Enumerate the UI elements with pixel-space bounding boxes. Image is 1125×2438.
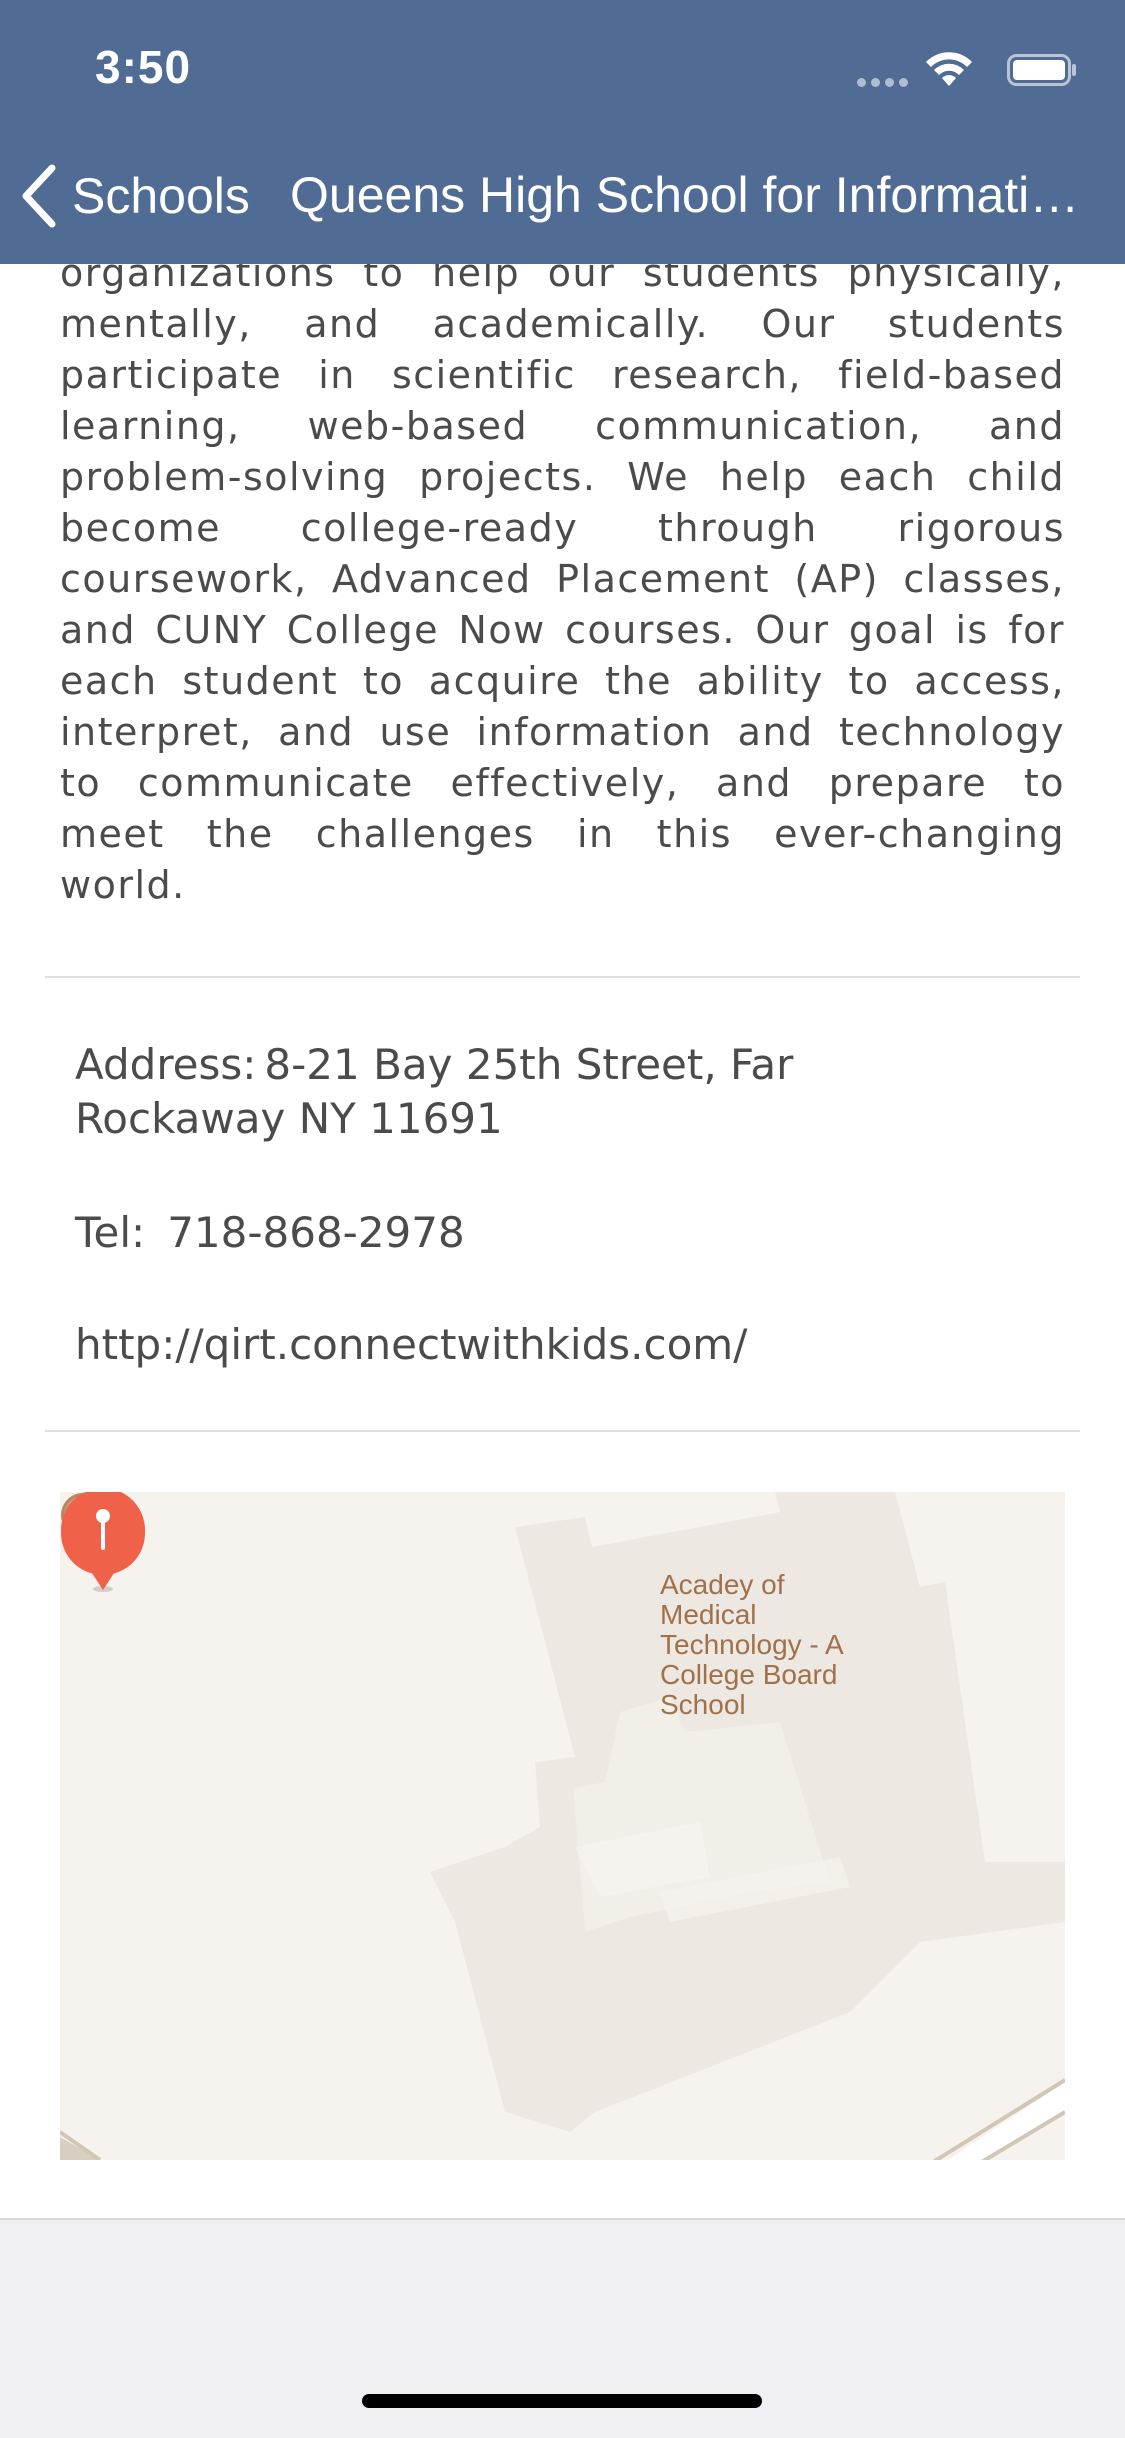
status-time: 3:50 [95,41,192,93]
tel-value[interactable]: 718-868-2978 [167,1208,465,1257]
tel-label: Tel: [75,1208,146,1257]
divider [45,976,1080,978]
website-link[interactable]: http://qirt.connectwithkids.com/ [75,1320,747,1369]
poi-label[interactable]: Acadey of Medical Technology - A College… [660,1570,880,1720]
school-overview-text: organizations to help our students physi… [60,251,1065,907]
wifi-icon [926,52,972,86]
address-row: Address: 8-21 Bay 25th Street, Far Rockaw… [75,1038,975,1146]
navigation-bar: 3:50 Schools Queens High School for Info… [0,0,1125,264]
back-button-label: Schools [72,168,250,224]
map-pin-icon[interactable] [60,1492,146,1594]
divider [45,1430,1080,1432]
tel-row[interactable]: Tel: 718-868-2978 [75,1206,975,1260]
home-indicator[interactable] [362,2394,762,2408]
back-button[interactable]: Schools [20,160,250,232]
chevron-left-icon [22,164,56,228]
page-title: Queens High School for Information, Rese… [290,167,1080,223]
website-row[interactable]: http://qirt.connectwithkids.com/ [75,1318,975,1372]
map-view[interactable]: Acadey of Medical Technology - A College… [60,1492,1065,2160]
battery-icon [1007,54,1076,86]
cellular-signal-icon [857,78,909,88]
map-buildings [60,1492,1065,2160]
address-label: Address: [75,1040,257,1089]
